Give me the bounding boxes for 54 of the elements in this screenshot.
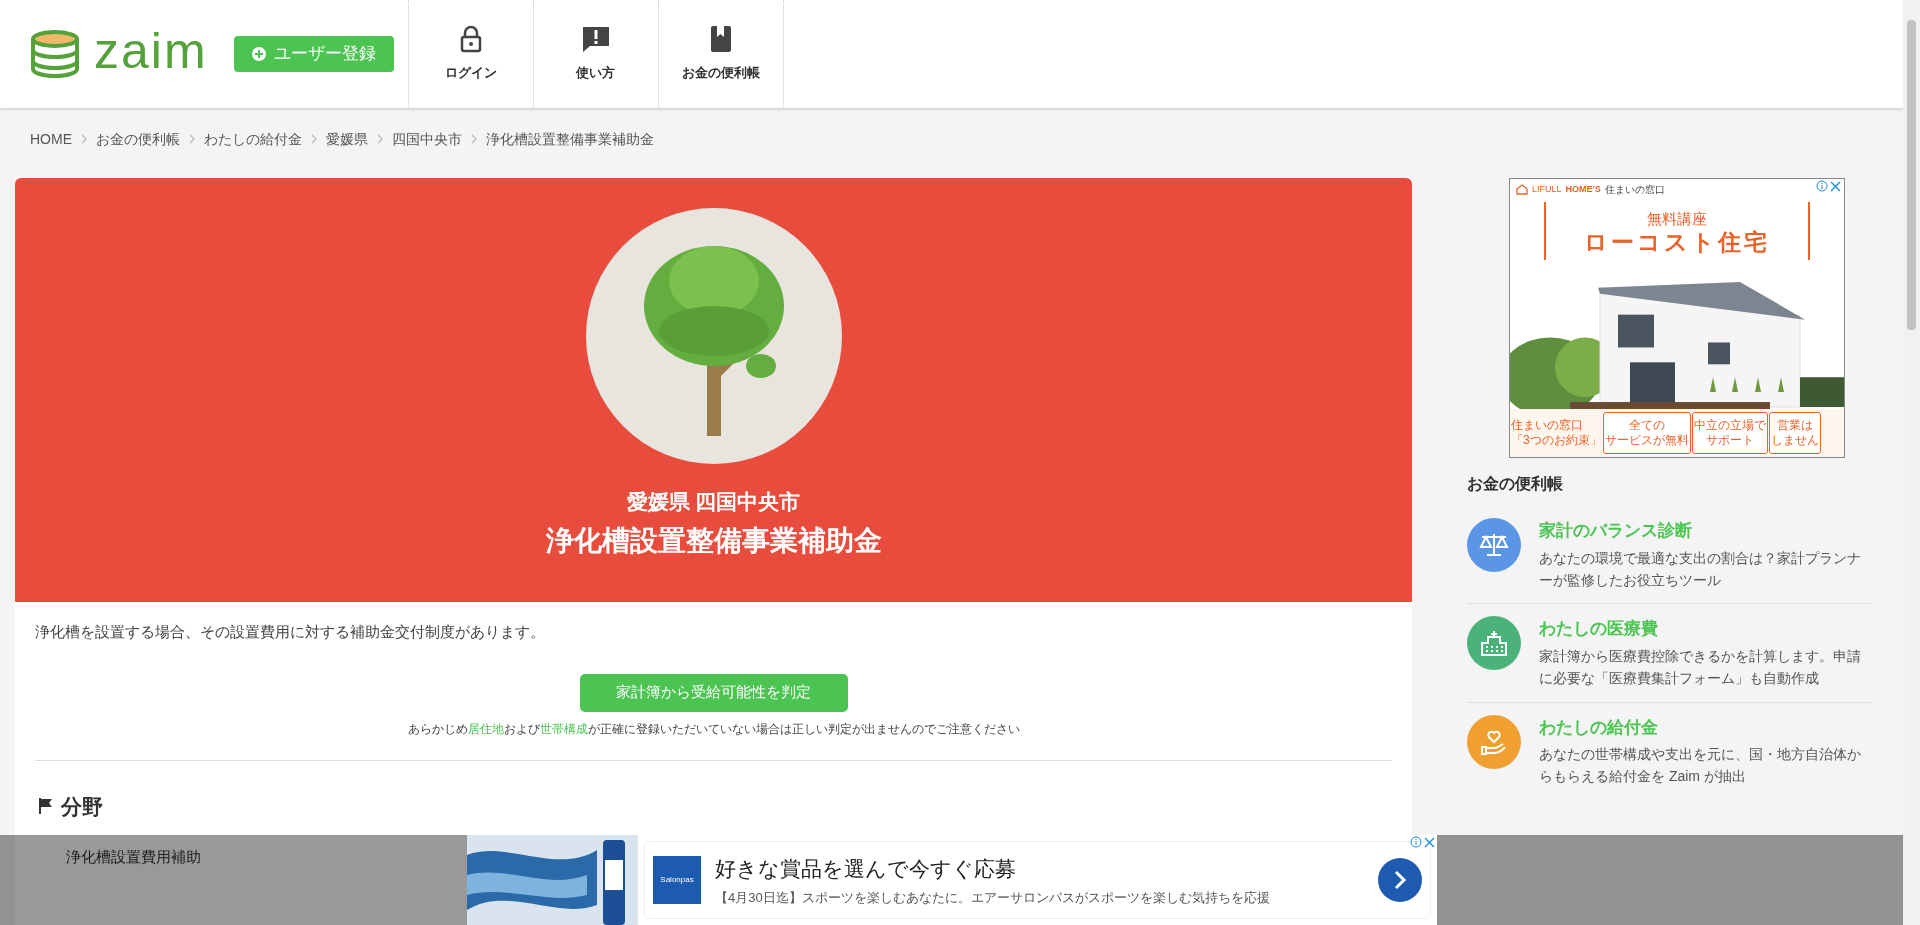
chevron-right-icon: [1393, 870, 1407, 890]
chevron-icon: [311, 134, 317, 144]
logo-text: zaim: [94, 26, 208, 76]
tool-description: あなたの世帯構成や支出を元に、国・地方自治体からもらえる給付金を Zaim が抽出: [1539, 745, 1862, 787]
brand-logo: Salonpas: [653, 856, 701, 904]
breadcrumb-link[interactable]: 愛媛県: [326, 128, 368, 150]
hero-title: 浄化槽設置整備事業補助金: [545, 523, 882, 558]
breadcrumb-link[interactable]: 浄化槽設置整備事業補助金: [486, 128, 654, 150]
info-icon[interactable]: [1816, 180, 1828, 192]
hospital-icon: [1479, 628, 1509, 659]
nav-link[interactable]: お金の便利帳: [658, 0, 784, 108]
advertisement[interactable]: LIFULL HOME'S 住まいの窓口 無料講座 ローコスト住宅 住まいの窓口 「3つのお約束」 全ての サービスが無料 中立の立場で サポート 営業は しません: [1509, 178, 1845, 458]
breadcrumb-link[interactable]: わたしの給付金: [204, 128, 302, 150]
coin-stack-icon: [30, 30, 80, 78]
chevron-icon: [377, 134, 383, 144]
house-logo-icon: [1516, 184, 1528, 195]
ad-brand-sub: 住まいの窓口: [1604, 183, 1665, 197]
ad-kicker: 無料講座: [1647, 209, 1707, 230]
ad-footer-title: 住まいの窓口: [1511, 418, 1584, 433]
bookmark-icon: [709, 25, 732, 54]
breadcrumb-link[interactable]: HOME: [30, 128, 72, 150]
nav-link[interactable]: 使い方: [533, 0, 659, 108]
ad-title: 好きな賞品を選んで今すぐ応募: [715, 855, 1017, 882]
ad-brand-small: LIFULL: [1532, 182, 1562, 196]
ad-footer-promise: 「3つのお約束」: [1511, 433, 1602, 448]
lock-icon: [459, 25, 482, 54]
alert-icon: [580, 25, 611, 54]
chevron-icon: [471, 134, 477, 144]
plus-icon: [251, 47, 266, 61]
close-icon[interactable]: [1424, 836, 1435, 848]
ad-point: 営業は しません: [1768, 412, 1821, 454]
chevron-icon: [189, 134, 195, 144]
tool-description: 家計簿から医療費控除できるかを計算します。申請に必要な「医療費集計フォーム」も自動作成: [1539, 646, 1862, 689]
sidebar-title: お金の便利帳: [1467, 474, 1564, 494]
breadcrumb-link[interactable]: 四国中央市: [392, 128, 462, 150]
tool-description: あなたの環境で最適な支出の割合は？家計プランナーが監修したお役立ちツール: [1539, 548, 1862, 590]
section-heading: 分野: [61, 793, 103, 820]
ad-point: 全ての サービスが無料: [1602, 412, 1691, 454]
next-button[interactable]: [1378, 858, 1422, 902]
breadcrumb-link[interactable]: お金の便利帳: [96, 128, 180, 150]
chevron-icon: [81, 134, 87, 144]
close-icon[interactable]: [1830, 180, 1841, 192]
hero-location: 愛媛県 四国中央市: [626, 489, 801, 515]
scale-icon: [1478, 531, 1510, 559]
info-icon[interactable]: [1410, 836, 1422, 848]
note-text: あらかじめ居住地および世帯構成が正確に登録いただいていない場合は正しい判定が出ませんのでご注意ください: [407, 720, 1020, 738]
ad-headline: ローコスト住宅: [1584, 230, 1770, 254]
flag-icon: [39, 798, 53, 815]
section-value: 浄化槽設置費用補助: [66, 847, 201, 867]
nav-link[interactable]: ログイン: [408, 0, 534, 108]
ad-text: 【4月30日迄】スポーツを楽しむあなたに。エアーサロンパスがスポーツを楽しむ気持ちを応援: [715, 889, 1271, 907]
ad-point: 中立の立場で サポート: [1691, 412, 1768, 454]
description-text: 浄化槽を設置する場合、その設置費用に対する補助金交付制度があります。: [35, 622, 546, 642]
ad-brand: HOME'S: [1565, 182, 1601, 196]
